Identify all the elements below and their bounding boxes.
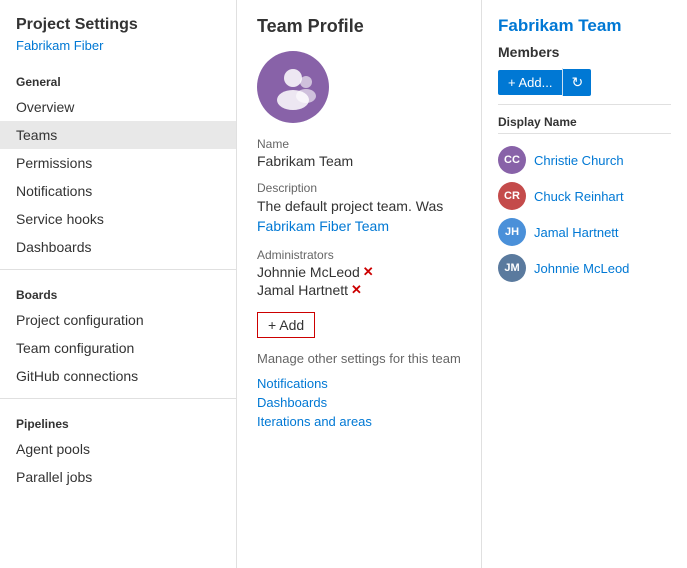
- member-name-0[interactable]: Christie Church: [534, 153, 624, 168]
- members-toolbar: + Add... ↻: [498, 68, 671, 105]
- link-notifications[interactable]: Notifications: [257, 376, 461, 391]
- members-label: Members: [498, 44, 671, 60]
- member-name-3[interactable]: Johnnie McLeod: [534, 261, 629, 276]
- right-team-name: Fabrikam Team: [498, 16, 671, 36]
- member-row-1: CR Chuck Reinhart: [498, 178, 671, 214]
- sidebar-item-permissions[interactable]: Permissions: [0, 149, 236, 177]
- administrators-label: Administrators: [257, 248, 461, 262]
- sidebar-item-service-hooks[interactable]: Service hooks: [0, 205, 236, 233]
- member-row-2: JH Jamal Hartnett: [498, 214, 671, 250]
- sidebar-divider-1: [0, 269, 236, 270]
- sidebar-divider-2: [0, 398, 236, 399]
- add-administrator-button[interactable]: + Add: [257, 312, 315, 338]
- member-row-0: CC Christie Church: [498, 142, 671, 178]
- sidebar-title: Project Settings: [0, 16, 236, 38]
- administrators-section: Administrators Johnnie McLeod ✕ Jamal Ha…: [257, 248, 461, 298]
- remove-admin-0-icon[interactable]: ✕: [363, 264, 374, 280]
- sidebar-section-general: General: [0, 65, 236, 93]
- sidebar-item-overview[interactable]: Overview: [0, 93, 236, 121]
- member-row-3: JM Johnnie McLeod: [498, 250, 671, 286]
- sidebar-item-parallel-jobs[interactable]: Parallel jobs: [0, 463, 236, 491]
- link-dashboards[interactable]: Dashboards: [257, 395, 461, 410]
- sidebar-item-project-configuration[interactable]: Project configuration: [0, 306, 236, 334]
- avatar-1: CR: [498, 182, 526, 210]
- description-link[interactable]: Fabrikam Fiber Team: [257, 218, 389, 234]
- sidebar: Project Settings Fabrikam Fiber General …: [0, 0, 237, 568]
- main-title: Team Profile: [257, 16, 461, 37]
- admin-name-0: Johnnie McLeod: [257, 264, 360, 280]
- sidebar-item-dashboards[interactable]: Dashboards: [0, 233, 236, 261]
- avatar-initials-0: CC: [504, 154, 520, 166]
- sidebar-section-boards: Boards: [0, 278, 236, 306]
- description-value: The default project team. Was Fabrikam F…: [257, 197, 461, 236]
- sidebar-item-github-connections[interactable]: GitHub connections: [0, 362, 236, 390]
- sidebar-section-pipelines: Pipelines: [0, 407, 236, 435]
- avatar-0: CC: [498, 146, 526, 174]
- admin-item-0: Johnnie McLeod ✕: [257, 264, 461, 280]
- manage-label: Manage other settings for this team: [257, 350, 461, 368]
- avatar-3: JM: [498, 254, 526, 282]
- right-panel: Fabrikam Team Members + Add... ↻ Display…: [482, 0, 687, 568]
- member-name-2[interactable]: Jamal Hartnett: [534, 225, 619, 240]
- member-name-1[interactable]: Chuck Reinhart: [534, 189, 624, 204]
- sidebar-item-team-configuration[interactable]: Team configuration: [0, 334, 236, 362]
- display-name-header: Display Name: [498, 115, 671, 134]
- main-content: Team Profile Name Fabrikam Team Descript…: [237, 0, 482, 568]
- sidebar-item-agent-pools[interactable]: Agent pools: [0, 435, 236, 463]
- sidebar-item-notifications[interactable]: Notifications: [0, 177, 236, 205]
- link-iterations-areas[interactable]: Iterations and areas: [257, 414, 461, 429]
- avatar-initials-3: JM: [504, 262, 519, 274]
- sidebar-item-teams[interactable]: Teams: [0, 121, 236, 149]
- avatar-initials-1: CR: [504, 190, 520, 202]
- add-button-label: + Add: [268, 317, 304, 333]
- description-text: The default project team. Was: [257, 198, 443, 214]
- description-label: Description: [257, 181, 461, 195]
- admin-name-1: Jamal Hartnett: [257, 282, 348, 298]
- add-member-button[interactable]: + Add...: [498, 70, 562, 95]
- avatar-initials-2: JH: [505, 226, 519, 238]
- remove-admin-1-icon[interactable]: ✕: [351, 282, 362, 298]
- admin-item-1: Jamal Hartnett ✕: [257, 282, 461, 298]
- name-value: Fabrikam Team: [257, 153, 461, 169]
- avatar-2: JH: [498, 218, 526, 246]
- refresh-button[interactable]: ↻: [563, 69, 591, 96]
- name-label: Name: [257, 137, 461, 151]
- sidebar-subtitle[interactable]: Fabrikam Fiber: [0, 38, 236, 65]
- team-avatar: [257, 51, 329, 123]
